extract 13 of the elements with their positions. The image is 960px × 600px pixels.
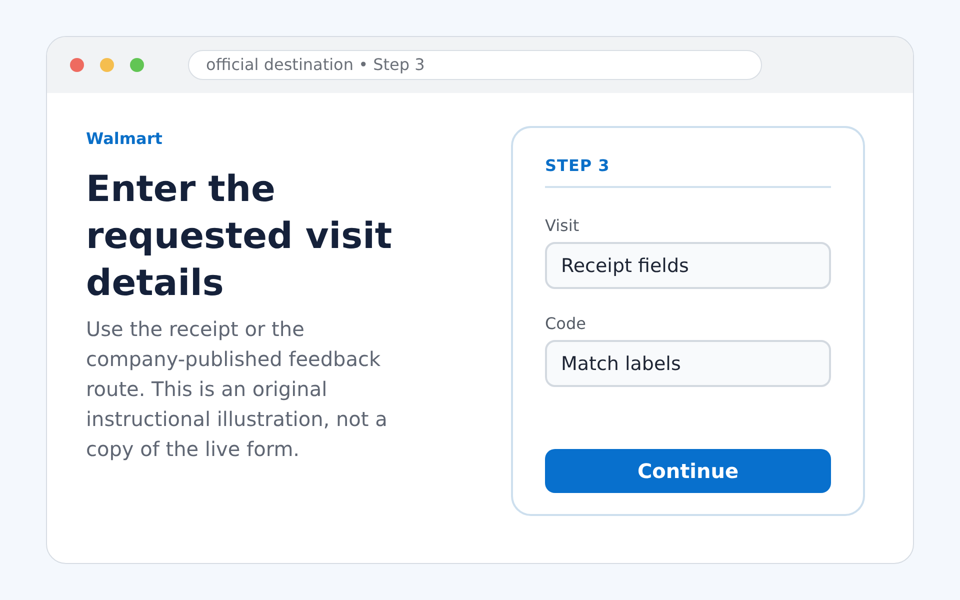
minimize-icon[interactable] — [100, 58, 114, 72]
continue-button[interactable]: Continue — [545, 449, 831, 493]
field-label: Code — [545, 314, 587, 334]
step-label: STEP 3 — [545, 155, 611, 177]
brand-name: Walmart — [86, 129, 164, 149]
close-icon[interactable] — [70, 58, 84, 72]
maximize-icon[interactable] — [130, 58, 144, 72]
page-heading: Enter the requested visit details — [86, 168, 394, 306]
field-label: Visit — [545, 216, 580, 236]
description-text: Use the receipt or the company-published feedback route. This is an original instructional illustration, not a copy of the live form. — [86, 316, 388, 463]
input-field[interactable]: Receipt fields — [545, 242, 831, 289]
address-bar[interactable]: official destination • Step 3 — [188, 50, 762, 80]
input-field[interactable]: Match labels — [545, 340, 831, 387]
